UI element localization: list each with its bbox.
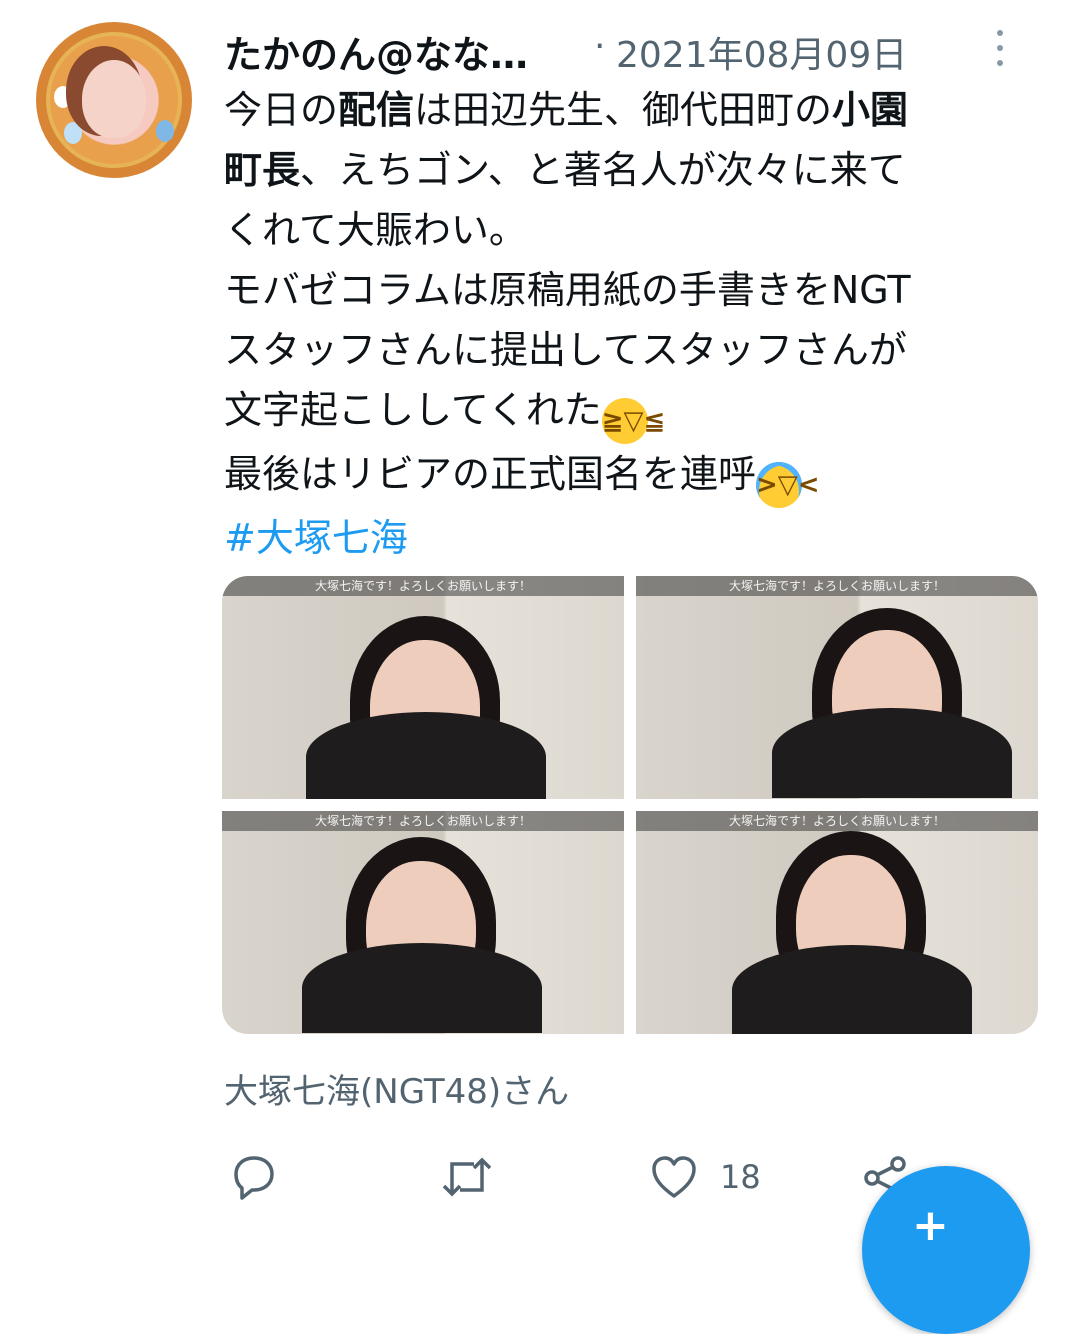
stream-caption: 大塚七海です！よろしくお願いします！ [222, 576, 624, 596]
photo-subject [772, 708, 1012, 798]
reply-icon [234, 1156, 274, 1200]
hashtag-link[interactable]: #大塚七海 [224, 516, 408, 560]
media-photo[interactable]: 大塚七海です！よろしくお願いします！ [222, 576, 624, 799]
balloon-icon [156, 120, 174, 142]
compose-tweet-button[interactable]: + [862, 1166, 1030, 1334]
author-name[interactable]: たかのん@なな… [224, 24, 528, 79]
media-photo[interactable]: 大塚七海です！よろしくお願いします！ [222, 811, 624, 1034]
text-line: くれて大賑わい。 [224, 208, 527, 252]
media-credit[interactable]: 大塚七海(NGT48)さん [224, 1064, 569, 1113]
media-photo[interactable]: 大塚七海です！よろしくお願いします！ [636, 576, 1038, 799]
photo-subject [306, 712, 546, 799]
grinning-squinting-face-icon: ≧▽≦ [601, 398, 665, 444]
tweet-date[interactable]: 2021年08月09日 [616, 26, 907, 78]
photo-subject [302, 943, 542, 1033]
author-avatar[interactable] [36, 22, 192, 178]
retweet-icon [442, 1157, 492, 1197]
balloon-icon [54, 86, 72, 108]
tweet-header: たかのん@なな… · 2021年08月09日 [224, 24, 1034, 77]
stream-caption: 大塚七海です！よろしくお願いします！ [636, 811, 1038, 831]
photo-subject [732, 945, 972, 1034]
text-line: スタッフさんに提出してスタッフさんが [224, 328, 907, 372]
tears-of-joy-face-icon: >▽< [756, 462, 820, 508]
more-options-icon[interactable] [990, 26, 1010, 70]
media-photo[interactable]: 大塚七海です！よろしくお願いします！ [636, 811, 1038, 1034]
text-line: 文字起こししてくれた≧▽≦ [224, 388, 665, 444]
reply-button[interactable] [228, 1152, 278, 1202]
stream-caption: 大塚七海です！よろしくお願いします！ [222, 811, 624, 831]
text-line: モバゼコラムは原稿用紙の手書きをNGT [224, 268, 911, 312]
like-button[interactable]: 18 [650, 1152, 761, 1202]
heart-icon [652, 1156, 696, 1198]
tweet-text: 今日の配信は田辺先生、御代田町の小園 町長、えちゴン、と著名人が次々に来て くれ… [224, 80, 1054, 568]
text-line: 最後はリビアの正式国名を連呼>▽< [224, 452, 820, 508]
avatar-illustration [82, 60, 146, 138]
media-grid: 大塚七海です！よろしくお願いします！ 大塚七海です！よろしくお願いします！ 大塚… [222, 576, 1038, 1034]
stream-caption: 大塚七海です！よろしくお願いします！ [636, 576, 1038, 596]
compose-icon: + [912, 1200, 949, 1251]
balloon-icon [64, 122, 82, 144]
like-count: 18 [720, 1158, 761, 1196]
text-line: 今日の配信は田辺先生、御代田町の小園 [224, 88, 909, 132]
text-line: 町長、えちゴン、と著名人が次々に来て [224, 148, 906, 192]
header-separator: · [594, 26, 606, 67]
retweet-button[interactable] [440, 1152, 494, 1202]
